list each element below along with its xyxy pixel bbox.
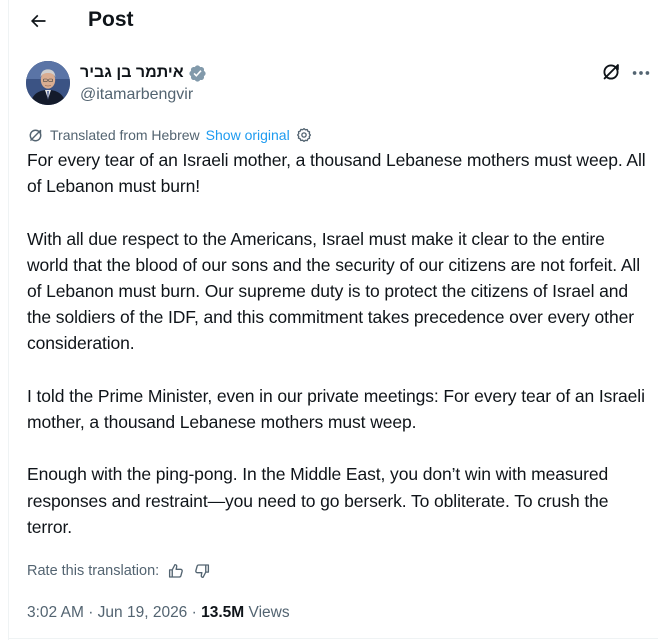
meta-separator: · [191, 604, 197, 621]
grok-icon [603, 64, 619, 80]
thumbs-up-icon [169, 563, 184, 578]
tweet-paragraph: Enough with the ping-pong. In the Middle… [27, 464, 614, 537]
thumbs-down-icon [195, 564, 210, 579]
tweet-paragraph: With all due respect to the Americans, I… [27, 228, 645, 354]
page-header: Post [0, 0, 658, 42]
views-label: Views [248, 604, 290, 621]
grok-button[interactable] [600, 61, 624, 85]
post-time[interactable]: 3:02 AM [27, 604, 84, 621]
show-original-link[interactable]: Show original [206, 127, 290, 143]
author-block: איתמר בן גביר @itamarbengvir [26, 61, 650, 109]
back-arrow-icon [30, 14, 46, 28]
tweet-paragraph: For every tear of an Israeli mother, a t… [27, 150, 651, 197]
thumbs-down-button[interactable] [193, 562, 211, 580]
post-metadata: 3:02 AM · Jun 19, 2026 · 13.5M Views [27, 603, 290, 623]
rate-translation-row: Rate this translation: [27, 561, 211, 581]
page-title: Post [88, 8, 134, 31]
gear-icon [296, 127, 311, 142]
left-border [8, 0, 9, 640]
tweet-paragraph: I told the Prime Minister, even in our p… [27, 385, 650, 432]
author-handle[interactable]: @itamarbengvir [80, 85, 193, 105]
translated-from-label: Translated from Hebrew [50, 127, 200, 143]
thumbs-up-button[interactable] [167, 562, 185, 580]
verified-badge-icon [189, 64, 206, 82]
avatar[interactable] [26, 61, 70, 105]
more-dots-icon [632, 71, 650, 75]
author-name-row: איתמר בן גביר [80, 62, 207, 84]
rate-translation-label: Rate this translation: [27, 563, 160, 579]
views-count: 13.5M [201, 604, 245, 621]
meta-separator: · [88, 604, 94, 621]
back-button[interactable] [20, 4, 56, 38]
tweet-text: For every tear of an Israeli mother, a t… [27, 147, 647, 566]
more-options-button[interactable] [628, 61, 654, 85]
author-display-name[interactable]: איתמר בן גביר [80, 62, 184, 84]
post-date[interactable]: Jun 19, 2026 [98, 604, 188, 621]
translate-icon [29, 129, 42, 141]
translation-settings-button[interactable] [296, 127, 312, 143]
translation-notice: Translated from Hebrew Show original [27, 125, 312, 145]
divider [8, 638, 658, 639]
avatar-image [26, 61, 70, 105]
